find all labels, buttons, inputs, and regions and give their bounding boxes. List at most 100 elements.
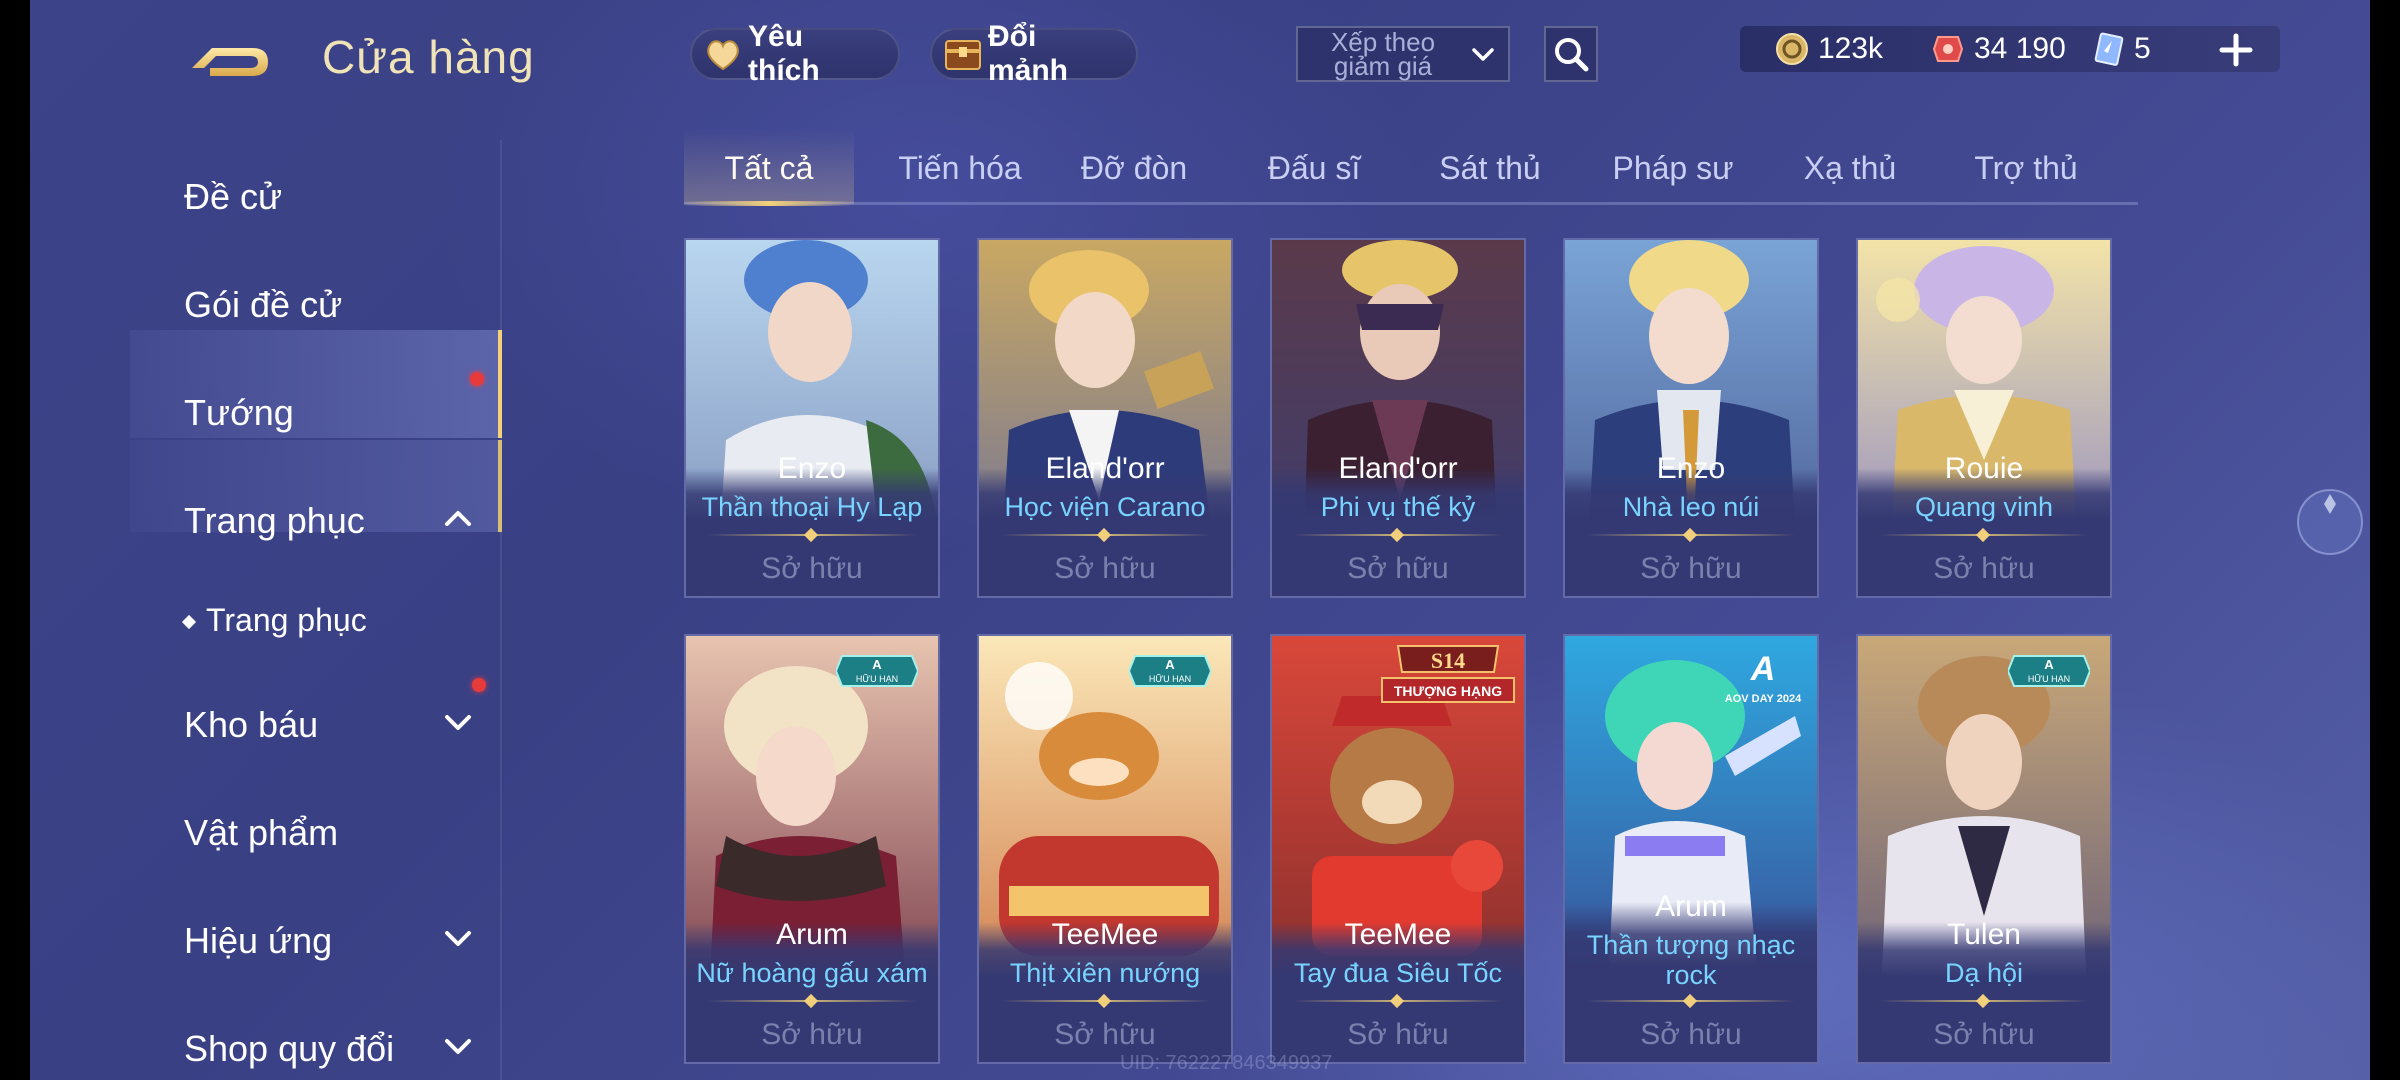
sidebar-divider bbox=[500, 140, 502, 1080]
sidebar-item-label: Trang phục bbox=[184, 500, 365, 541]
page-title: Cửa hàng bbox=[322, 31, 535, 83]
sidebar-item-recommended[interactable]: Đề cử bbox=[30, 140, 500, 248]
owned-status: Sở hữu bbox=[1054, 552, 1156, 585]
badge-text: HỮU HẠN bbox=[1149, 674, 1191, 684]
skin-card[interactable]: A HỮU HẠN Arum Nữ hoàng gấu xám Sở hữu bbox=[684, 634, 940, 1064]
svg-text:A: A bbox=[2044, 657, 2054, 672]
chevron-down-icon bbox=[445, 931, 471, 946]
sidebar-item-items[interactable]: Vật phẩm bbox=[30, 776, 500, 884]
skin-name: Nhà leo núi bbox=[1622, 492, 1760, 522]
skin-card[interactable]: Enzo Thần thoại Hy Lạp Sở hữu bbox=[684, 238, 940, 598]
svg-text:A: A bbox=[1750, 650, 1776, 688]
hero-name: Tulen bbox=[1947, 918, 2021, 951]
category-tabs: Tất cả Tiến hóa Đỡ đòn Đấu sĩ Sát thủ Ph… bbox=[684, 128, 2138, 206]
sidebar-subitem-label: Trang phục bbox=[206, 602, 367, 638]
user-id-text: UID: 762227846349937 bbox=[1120, 1052, 1333, 1074]
sidebar-item-recommended-packs[interactable]: Gói đề cử bbox=[30, 248, 500, 386]
plus-icon bbox=[2219, 33, 2253, 67]
skin-name: Dạ hội bbox=[1944, 958, 2024, 988]
owned-status: Sở hữu bbox=[1054, 1018, 1156, 1051]
skin-name: Nữ hoàng gấu xám bbox=[696, 958, 928, 988]
notification-dot bbox=[472, 678, 486, 692]
favorites-button[interactable]: Yêu thích bbox=[690, 20, 900, 87]
search-button[interactable] bbox=[1544, 26, 1598, 82]
sidebar-item-effects[interactable]: Hiệu ứng bbox=[30, 884, 500, 992]
season-rank-badge: S14 THƯỢNG HẠNG bbox=[1381, 645, 1515, 703]
sort-dropdown[interactable]: Xếp theo giảm giá bbox=[1296, 26, 1510, 82]
chevron-down-icon bbox=[445, 715, 471, 730]
owned-status: Sở hữu bbox=[1640, 1018, 1742, 1051]
skin-card[interactable]: A AOV DAY 2024 Arum Thần tượng nhạc rock… bbox=[1563, 634, 1819, 1064]
sidebar-subitem-skins[interactable]: Trang phục bbox=[181, 602, 367, 639]
ticket-card-icon bbox=[2094, 32, 2124, 66]
hero-name: TeeMee bbox=[1344, 918, 1452, 951]
limited-edition-badge: A HỮU HẠN bbox=[836, 655, 918, 687]
sidebar-item-label: Vật phẩm bbox=[184, 812, 339, 853]
tab-assassin[interactable]: Sát thủ bbox=[1410, 138, 1570, 204]
hero-name: Enzo bbox=[777, 452, 847, 485]
hero-name: Arum bbox=[776, 918, 848, 951]
back-arrow-icon bbox=[192, 48, 268, 76]
owned-status: Sở hữu bbox=[1933, 552, 2035, 585]
skin-card[interactable]: A HỮU HẠN Tulen Dạ hội Sở hữu bbox=[1856, 634, 2112, 1064]
exchange-label: Đổi mảnh bbox=[988, 20, 1069, 87]
red-voucher-icon bbox=[1932, 36, 1964, 62]
aov-day-badge: A AOV DAY 2024 bbox=[1725, 650, 1802, 705]
skin-card[interactable]: A HỮU HẠN TeeMee Thịt xiên nướng Sở hữu bbox=[977, 634, 1233, 1064]
tab-mage[interactable]: Pháp sư bbox=[1588, 138, 1758, 204]
gold-balance: 123k bbox=[1774, 26, 1883, 72]
owned-status: Sở hữu bbox=[1933, 1018, 2035, 1051]
limited-edition-badge: A HỮU HẠN bbox=[1129, 655, 1211, 687]
owned-status: Sở hữu bbox=[1347, 1018, 1449, 1051]
sidebar-item-heroes[interactable]: Tướng bbox=[30, 356, 500, 464]
tab-support[interactable]: Trợ thủ bbox=[1946, 138, 2106, 204]
sidebar-item-label: Shop quy đổi bbox=[184, 1028, 395, 1069]
sidebar-item-exchange-shop[interactable]: Shop quy đổi bbox=[30, 992, 500, 1080]
exchange-fragments-button[interactable]: Đổi mảnh bbox=[930, 20, 1138, 87]
ticket-balance: 5 bbox=[2090, 26, 2151, 72]
sidebar-item-label: Đề cử bbox=[184, 176, 283, 217]
tab-warrior[interactable]: Đấu sĩ bbox=[1234, 138, 1394, 204]
chevron-down-icon bbox=[1472, 48, 1494, 61]
hero-name: Eland'orr bbox=[1045, 452, 1165, 485]
hero-name: Eland'orr bbox=[1338, 452, 1458, 485]
hero-name: Rouie bbox=[1944, 452, 2024, 485]
badge-text: HỮU HẠN bbox=[2028, 674, 2070, 684]
badge-subtitle: AOV DAY 2024 bbox=[1725, 693, 1802, 705]
skin-card[interactable]: Eland'orr Phi vụ thế kỷ Sở hữu bbox=[1270, 238, 1526, 598]
currency-bar: 123k 34 190 5 bbox=[1740, 26, 2280, 72]
skin-card[interactable]: Eland'orr Học viện Carano Sở hữu bbox=[977, 238, 1233, 598]
ticket-amount: 5 bbox=[2134, 32, 2151, 65]
voucher-balance: 34 190 bbox=[1930, 26, 2066, 72]
skin-card[interactable]: Enzo Nhà leo núi Sở hữu bbox=[1563, 238, 1819, 598]
floating-assistant-button[interactable] bbox=[2292, 484, 2368, 560]
skin-card[interactable]: S14 THƯỢNG HẠNG TeeMee Tay đua Siêu Tốc … bbox=[1270, 634, 1526, 1064]
tab-tank[interactable]: Đỡ đòn bbox=[1054, 138, 1214, 204]
sidebar-item-skins[interactable]: Trang phục bbox=[30, 464, 500, 572]
voucher-amount: 34 190 bbox=[1974, 32, 2066, 65]
sidebar-item-label: Kho báu bbox=[184, 704, 319, 745]
treasure-chest-icon bbox=[945, 40, 981, 70]
badge-title: S14 bbox=[1431, 648, 1465, 673]
sidebar-item-label: Tướng bbox=[184, 392, 294, 433]
skin-name: Thần thoại Hy Lạp bbox=[701, 492, 923, 522]
add-currency-button[interactable] bbox=[2216, 30, 2256, 70]
sidebar-item-label: Gói đề cử bbox=[184, 284, 343, 325]
chevron-up-icon bbox=[445, 511, 471, 526]
skin-name: Thịt xiên nướng bbox=[1009, 958, 1201, 988]
sidebar-item-treasure[interactable]: Kho báu bbox=[30, 668, 500, 776]
tab-all[interactable]: Tất cả bbox=[684, 128, 854, 206]
tab-evolution[interactable]: Tiến hóa bbox=[880, 138, 1040, 204]
shop-screen: Cửa hàng Yêu thích Đổi mảnh Xếp theo giả… bbox=[30, 0, 2370, 1080]
owned-status: Sở hữu bbox=[761, 1018, 863, 1051]
heart-icon bbox=[707, 40, 739, 71]
tab-marksman[interactable]: Xạ thủ bbox=[1770, 138, 1930, 204]
compass-orb-icon bbox=[2297, 489, 2363, 555]
owned-status: Sở hữu bbox=[1347, 552, 1449, 585]
search-icon bbox=[1555, 38, 1589, 72]
back-button[interactable] bbox=[180, 30, 280, 90]
skin-name: Phi vụ thế kỷ bbox=[1320, 492, 1476, 522]
svg-text:A: A bbox=[1165, 657, 1175, 672]
sort-dropdown-label: Xếp theo giảm giá bbox=[1330, 27, 1436, 81]
skin-card[interactable]: Rouie Quang vinh Sở hữu bbox=[1856, 238, 2112, 598]
